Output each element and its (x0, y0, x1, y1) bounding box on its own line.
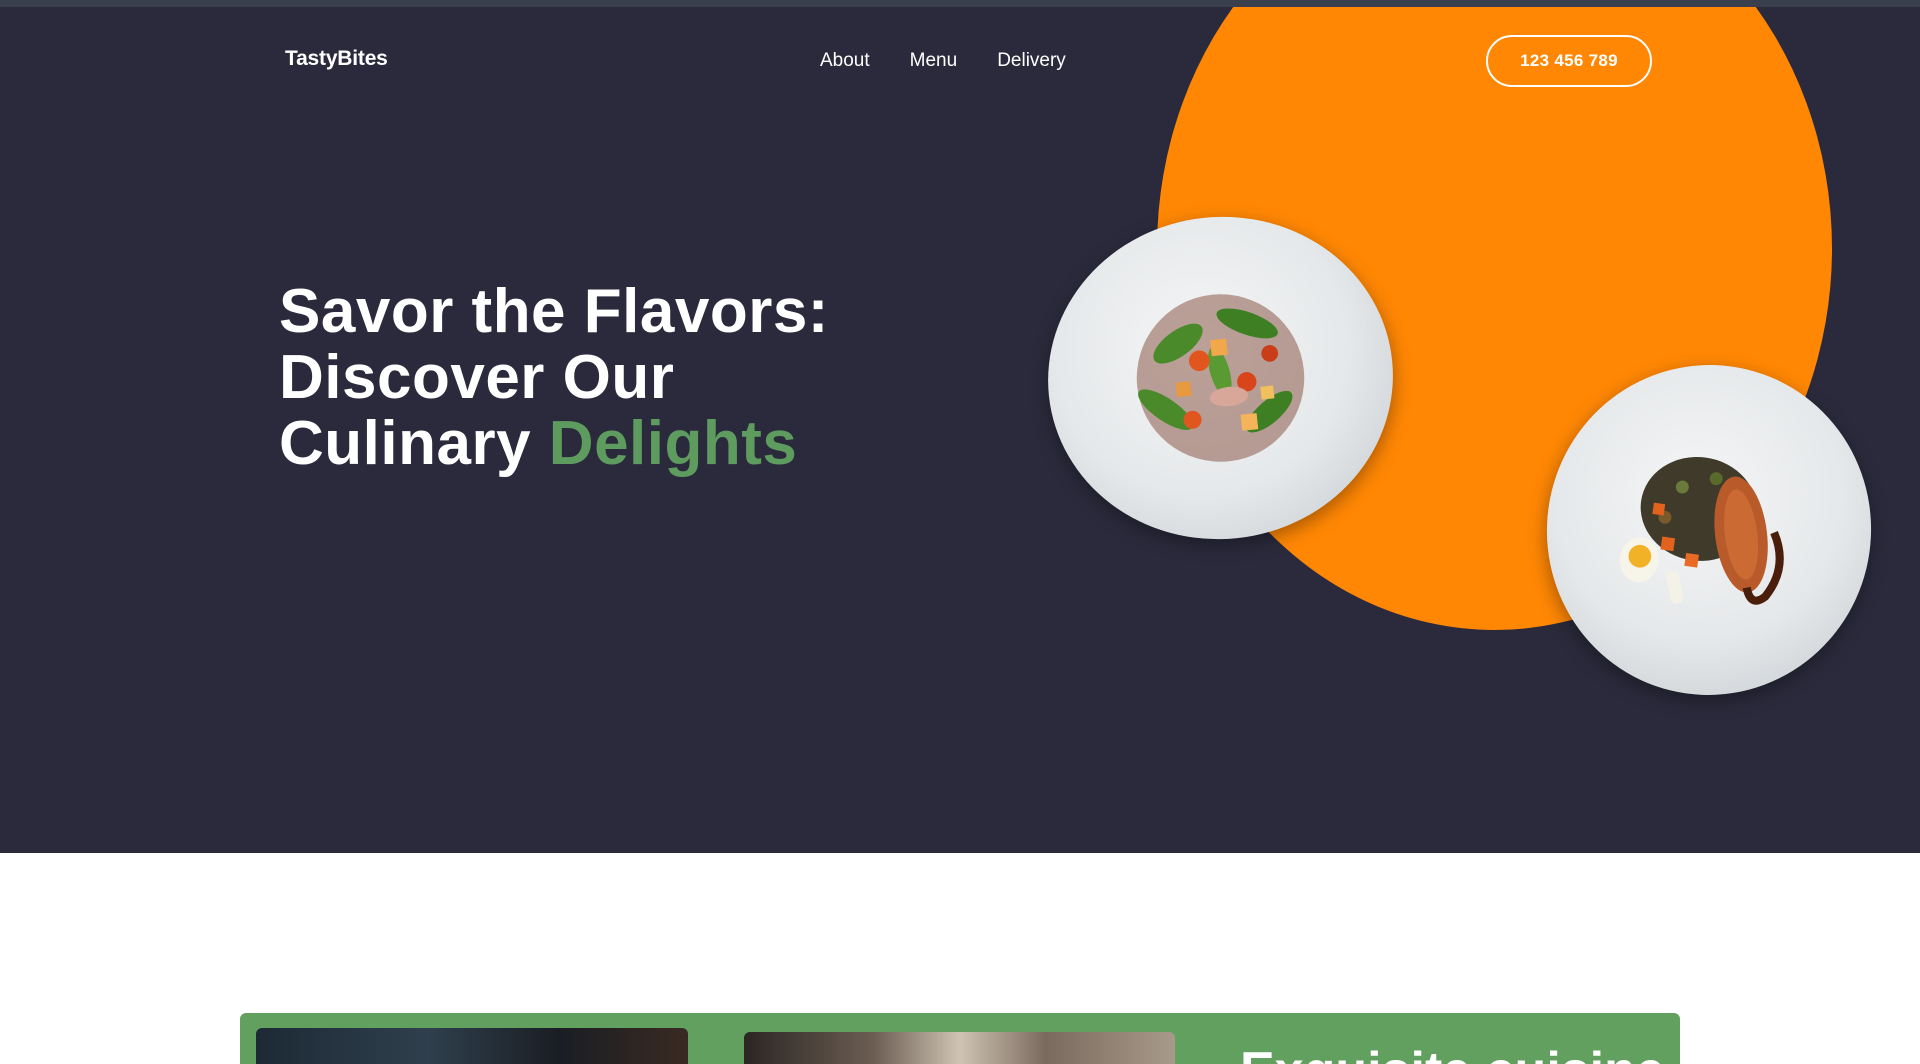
salad-illustration (1136, 294, 1305, 462)
salad-plate-image (1032, 199, 1409, 557)
headline-line-3-prefix: Culinary (279, 409, 532, 478)
promo-section: Exquisite cuisine (240, 1013, 1680, 1064)
restaurant-photo-1 (256, 1028, 688, 1064)
main-nav: About Menu Delivery (820, 50, 1066, 72)
hero-headline: Savor the Flavors: Discover Our Culinary… (279, 279, 829, 477)
salmon-illustration (1619, 456, 1784, 605)
top-border (0, 0, 1920, 7)
phone-button[interactable]: 123 456 789 (1486, 35, 1652, 87)
nav-link-about[interactable]: About (820, 50, 870, 72)
headline-line-2: Discover Our (279, 343, 675, 412)
promo-title: Exquisite cuisine (1240, 1041, 1665, 1064)
nav-link-menu[interactable]: Menu (910, 50, 958, 72)
nav-link-delivery[interactable]: Delivery (997, 50, 1066, 72)
headline-accent-word: Delights (548, 409, 798, 478)
hero-section: TastyBites About Menu Delivery 123 456 7… (0, 7, 1920, 853)
salmon-plate-image (1525, 344, 1893, 716)
restaurant-photo-2 (744, 1032, 1175, 1064)
headline-line-1: Savor the Flavors: (279, 277, 829, 346)
site-logo[interactable]: TastyBites (285, 47, 388, 71)
